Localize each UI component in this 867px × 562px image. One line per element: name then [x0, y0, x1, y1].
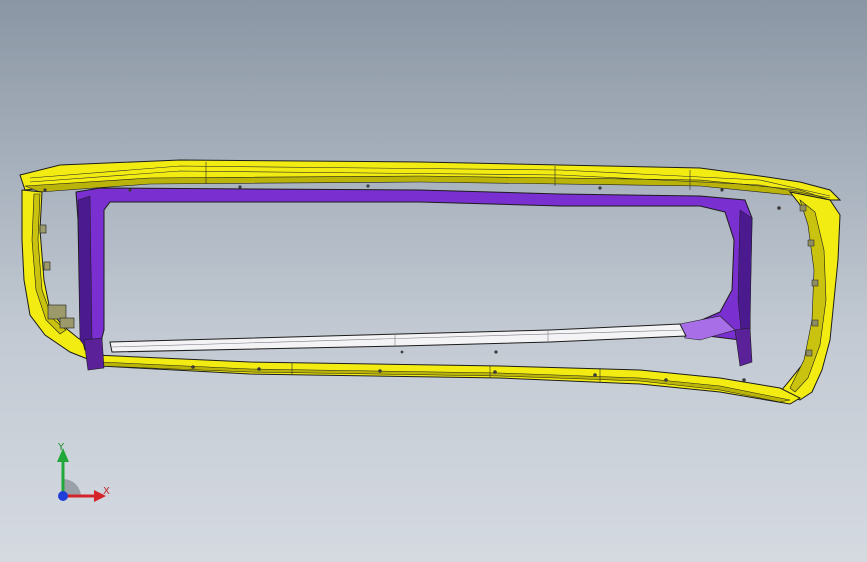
- z-axis-marker: [58, 491, 68, 501]
- inner-frame-left-shade: [77, 195, 93, 349]
- orientation-triad: [57, 448, 106, 502]
- inner-frame-right-shade: [737, 209, 753, 341]
- inner-frame-right-post: [734, 327, 753, 367]
- cad-model[interactable]: [0, 0, 867, 562]
- graphics-viewport[interactable]: Y X: [0, 0, 867, 562]
- bottom-white-strip[interactable]: [109, 323, 687, 353]
- inner-frame-left-post: [83, 337, 105, 371]
- x-axis-label: X: [103, 486, 110, 497]
- outer-frame-bottom-rail[interactable]: [94, 354, 802, 405]
- y-axis-label: Y: [58, 442, 65, 453]
- fastener-points: [43, 184, 781, 382]
